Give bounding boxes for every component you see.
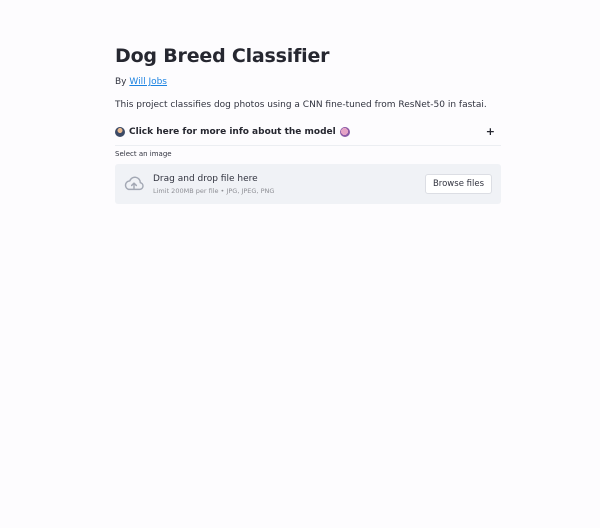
file-limits: Limit 200MB per file • JPG, JPEG, PNG — [153, 187, 275, 195]
person-at-computer-emoji-icon — [115, 127, 125, 137]
author-link[interactable]: Will Jobs — [129, 77, 167, 87]
byline-prefix: By — [115, 77, 130, 87]
uploader-label: Select an image — [115, 150, 172, 158]
expander-label: Click here for more info about the model — [129, 127, 336, 137]
project-description: This project classifies dog photos using… — [115, 100, 487, 110]
expander-header: Click here for more info about the model — [115, 127, 350, 137]
file-dropzone[interactable]: Drag and drop file here Limit 200MB per … — [115, 164, 501, 204]
drop-instructions: Drag and drop file here — [153, 174, 258, 184]
brain-emoji-icon — [339, 127, 350, 137]
expand-plus-icon[interactable]: + — [486, 125, 495, 138]
model-info-expander[interactable]: Click here for more info about the model… — [115, 121, 501, 146]
byline: By Will Jobs — [115, 77, 167, 87]
browse-files-button[interactable]: Browse files — [424, 174, 492, 194]
page-title: Dog Breed Classifier — [115, 45, 330, 67]
cloud-upload-icon — [124, 176, 144, 191]
